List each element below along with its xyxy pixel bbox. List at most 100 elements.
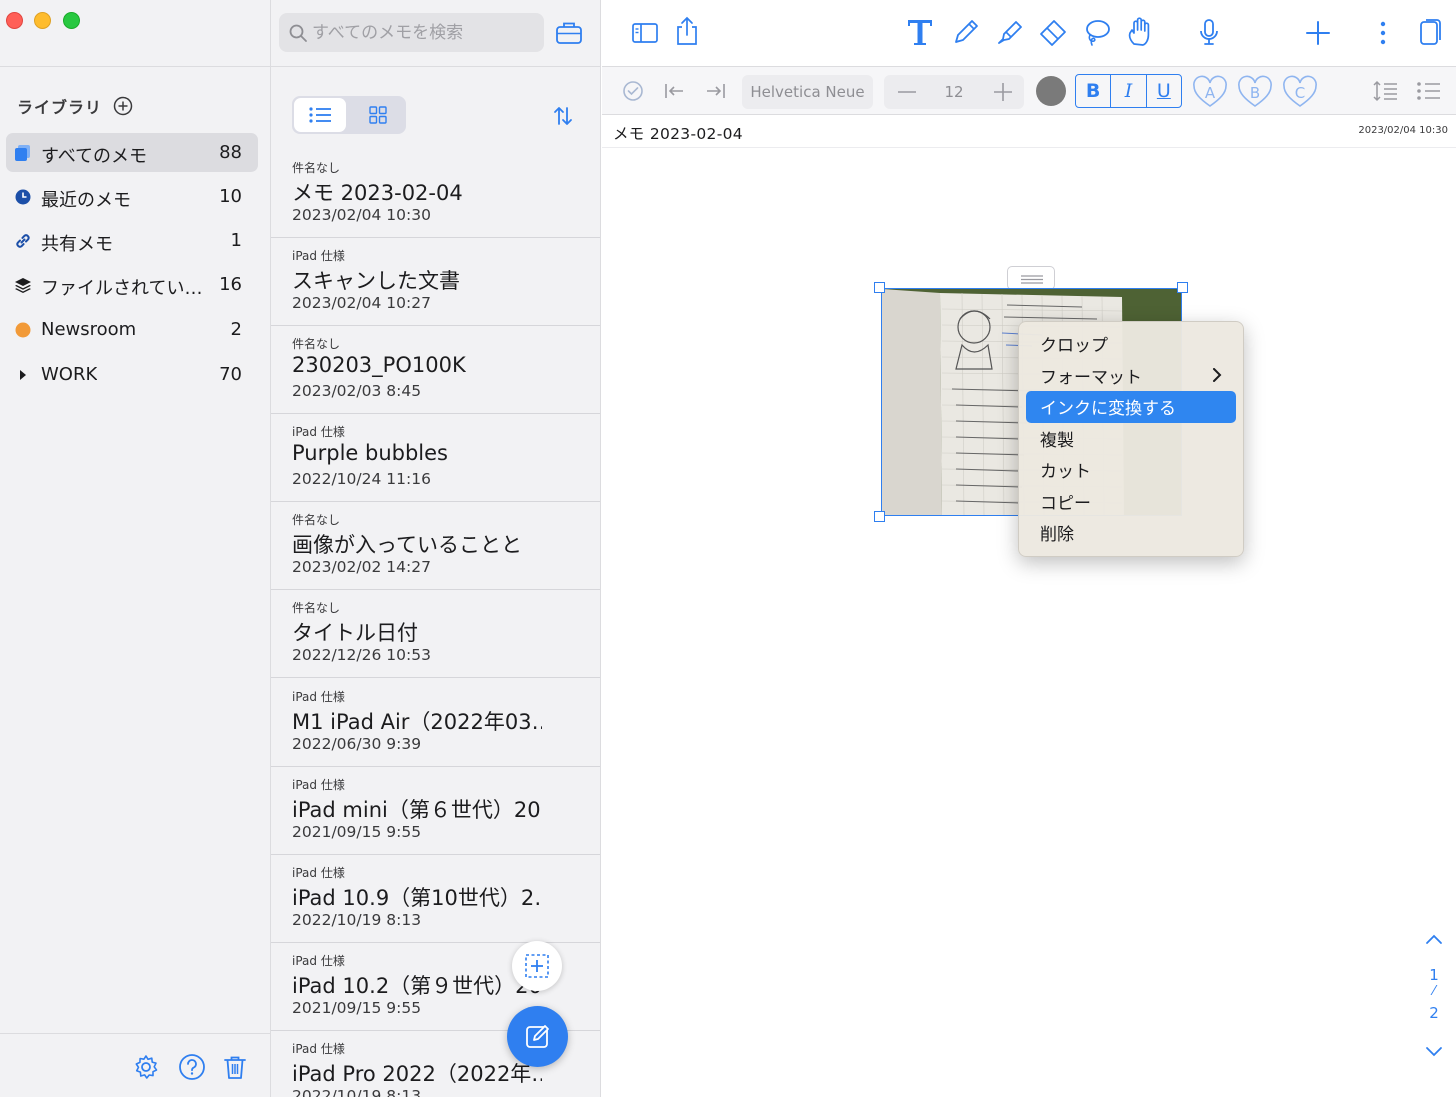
new-note-button[interactable] bbox=[507, 1006, 568, 1067]
note-list-item[interactable]: iPad 仕様 iPad mini（第６世代）20… 2021/09/15 9:… bbox=[271, 767, 600, 855]
menu-item-delete[interactable]: 削除 bbox=[1026, 517, 1236, 549]
underline-button[interactable]: U bbox=[1147, 75, 1181, 107]
note-title: iPad Pro 2022（2022年… bbox=[292, 1062, 542, 1086]
sidebar-item-newsroom[interactable]: Newsroom 2 bbox=[6, 310, 258, 349]
touch-hand-icon[interactable] bbox=[1125, 16, 1155, 48]
checkmark-circle-icon[interactable] bbox=[622, 80, 644, 102]
chevron-up-icon[interactable] bbox=[1424, 930, 1444, 950]
sidebar-toggle-icon[interactable] bbox=[632, 22, 658, 44]
note-list-item[interactable]: iPad 仕様 スキャンした文書 2023/02/04 10:27 bbox=[271, 238, 600, 326]
add-folder-icon[interactable] bbox=[113, 96, 133, 116]
minimize-window-button[interactable] bbox=[34, 12, 51, 29]
text-tool-icon[interactable] bbox=[905, 17, 935, 47]
sidebar-item-count: 70 bbox=[219, 364, 242, 385]
text-color-button[interactable] bbox=[1036, 76, 1066, 106]
note-date: 2022/10/19 8:13 bbox=[292, 1087, 422, 1097]
note-folder: iPad 仕様 bbox=[292, 1042, 345, 1056]
font-size-stepper: 12 bbox=[884, 75, 1024, 109]
scan-selection-button[interactable] bbox=[512, 941, 562, 991]
pages-icon[interactable] bbox=[1418, 18, 1442, 48]
note-list-item[interactable]: 件名なし メモ 2023-02-04 2023/02/04 10:30 bbox=[271, 150, 600, 238]
gear-icon[interactable] bbox=[132, 1053, 160, 1081]
eraser-tool-icon[interactable] bbox=[1038, 17, 1068, 47]
resize-handle-top-left[interactable] bbox=[874, 282, 885, 293]
divider bbox=[271, 66, 600, 67]
note-list-item[interactable]: iPad 仕様 Purple bubbles 2022/10/24 11:16 bbox=[271, 414, 600, 502]
indent-icon[interactable] bbox=[705, 81, 727, 101]
decrease-font-icon[interactable] bbox=[898, 91, 916, 93]
menu-item-label: フォーマット bbox=[1040, 367, 1142, 388]
menu-item-copy[interactable]: コピー bbox=[1026, 486, 1236, 518]
note-header: メモ 2023-02-04 2023/02/04 10:30 bbox=[602, 115, 1456, 148]
close-window-button[interactable] bbox=[6, 12, 23, 29]
sidebar-item-recent[interactable]: 最近のメモ 10 bbox=[6, 177, 258, 216]
resize-handle-bottom-left[interactable] bbox=[874, 511, 885, 522]
favorite-style-b-button[interactable]: B bbox=[1237, 75, 1273, 109]
note-title-text[interactable]: メモ 2023-02-04 bbox=[613, 122, 743, 144]
sidebar-item-all-notes[interactable]: すべてのメモ 88 bbox=[6, 133, 258, 172]
search-field[interactable] bbox=[279, 13, 544, 52]
favorite-style-a-button[interactable]: A bbox=[1192, 75, 1228, 109]
note-folder: iPad 仕様 bbox=[292, 690, 345, 704]
current-page-number: 1 bbox=[1429, 966, 1439, 984]
note-list-item[interactable]: 件名なし 画像が入っていることと 2023/02/02 14:27 bbox=[271, 502, 600, 590]
note-date: 2023/02/03 8:45 bbox=[292, 382, 422, 400]
heart-label: A bbox=[1205, 84, 1216, 102]
more-options-icon[interactable] bbox=[1378, 20, 1388, 46]
scan-document-icon[interactable] bbox=[555, 20, 583, 46]
favorite-style-c-button[interactable]: C bbox=[1282, 75, 1318, 109]
search-icon bbox=[289, 24, 307, 42]
sidebar-item-shared[interactable]: 共有メモ 1 bbox=[6, 221, 258, 260]
highlighter-tool-icon[interactable] bbox=[995, 17, 1025, 47]
microphone-icon[interactable] bbox=[1198, 17, 1220, 49]
note-list-item[interactable]: iPad 仕様 iPad 10.9（第10世代）2… 2022/10/19 8:… bbox=[271, 855, 600, 943]
note-list-pane: 件名なし メモ 2023-02-04 2023/02/04 10:30 iPad… bbox=[271, 0, 601, 1097]
menu-item-convert-to-ink[interactable]: インクに変換する bbox=[1026, 391, 1236, 423]
note-list-item[interactable]: 件名なし タイトル日付 2022/12/26 10:53 bbox=[271, 590, 600, 678]
chevron-down-icon[interactable] bbox=[1424, 1041, 1444, 1061]
note-folder: iPad 仕様 bbox=[292, 249, 345, 263]
trash-icon[interactable] bbox=[221, 1053, 249, 1081]
menu-item-cut[interactable]: カット bbox=[1026, 454, 1236, 486]
library-title: ライブラリ bbox=[17, 98, 103, 117]
menu-item-format[interactable]: フォーマット bbox=[1026, 360, 1236, 392]
lasso-tool-icon[interactable] bbox=[1082, 17, 1112, 47]
note-folder: 件名なし bbox=[292, 337, 341, 351]
sidebar-item-label: 最近のメモ bbox=[41, 190, 131, 211]
italic-button[interactable]: I bbox=[1111, 75, 1147, 107]
increase-font-icon[interactable] bbox=[994, 83, 1012, 101]
note-date: 2023/02/04 10:30 bbox=[292, 206, 431, 224]
search-input[interactable] bbox=[312, 19, 532, 46]
font-name-button[interactable]: Helvetica Neue bbox=[742, 75, 873, 109]
sidebar-item-label: 共有メモ bbox=[41, 234, 113, 255]
menu-item-crop[interactable]: クロップ bbox=[1026, 328, 1236, 360]
disclosure-triangle-icon[interactable] bbox=[14, 366, 32, 384]
bullet-list-icon[interactable] bbox=[1415, 80, 1441, 102]
sidebar-item-label: Newsroom bbox=[41, 319, 137, 340]
selection-scan-icon bbox=[525, 954, 549, 978]
bold-button[interactable]: B bbox=[1076, 75, 1112, 107]
grid-view-button[interactable] bbox=[352, 98, 404, 132]
pen-tool-icon[interactable] bbox=[951, 17, 981, 47]
add-icon[interactable] bbox=[1305, 20, 1331, 46]
menu-item-duplicate[interactable]: 複製 bbox=[1026, 423, 1236, 455]
image-drag-handle[interactable] bbox=[1007, 266, 1055, 290]
sidebar-item-unfiled[interactable]: ファイルされていな… 16 bbox=[6, 265, 258, 304]
note-date: 2022/10/24 11:16 bbox=[292, 470, 431, 488]
sidebar-item-work[interactable]: WORK 70 bbox=[6, 355, 258, 394]
sidebar: ライブラリ すべてのメモ 88 最近のメモ 10 共有メモ 1 ファイルされてい… bbox=[0, 0, 271, 1097]
list-view-button[interactable] bbox=[294, 98, 346, 132]
share-icon[interactable] bbox=[675, 16, 699, 46]
line-spacing-icon[interactable] bbox=[1372, 80, 1398, 102]
help-icon[interactable] bbox=[178, 1053, 206, 1081]
sort-icon[interactable] bbox=[551, 104, 575, 128]
note-list-item[interactable]: 件名なし 230203_PO100K 2023/02/03 8:45 bbox=[271, 326, 600, 414]
zoom-window-button[interactable] bbox=[63, 12, 80, 29]
outdent-icon[interactable] bbox=[663, 81, 685, 101]
format-toolbar: Helvetica Neue 12 B I U A B C bbox=[602, 67, 1456, 115]
note-title: タイトル日付 bbox=[292, 621, 418, 645]
compose-icon bbox=[526, 1025, 549, 1048]
note-list-item[interactable]: iPad 仕様 M1 iPad Air（2022年03… 2022/06/30 … bbox=[271, 679, 600, 767]
note-title: iPad mini（第６世代）20… bbox=[292, 798, 542, 822]
resize-handle-top-right[interactable] bbox=[1177, 282, 1188, 293]
